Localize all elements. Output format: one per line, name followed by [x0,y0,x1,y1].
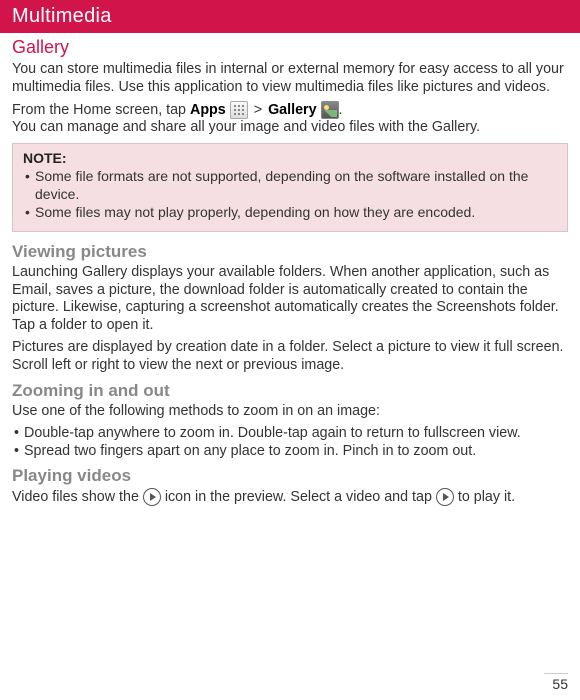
apps-icon [230,101,248,119]
viewing-p2: Pictures are displayed by creation date … [12,339,568,375]
videos-suffix: to play it. [454,489,515,505]
videos-mid: icon in the preview. Select a video and … [161,489,436,505]
page-number: 55 [544,673,568,692]
gallery-label: Gallery [268,102,316,118]
videos-prefix: Video files show the [12,489,143,505]
zoom-item: Spread two fingers apart on any place to… [12,443,568,461]
breadcrumb-separator: > [252,102,264,118]
zoom-section-title: Zooming in and out [12,381,568,401]
viewing-p1: Launching Gallery displays your availabl… [12,264,568,335]
note-title: NOTE: [23,150,557,166]
page-content: Gallery You can store multimedia files i… [0,33,580,507]
gallery-section-title: Gallery [12,37,568,58]
header-title: Multimedia [12,5,112,27]
viewing-section-title: Viewing pictures [12,242,568,262]
note-list: Some file formats are not supported, dep… [23,168,557,222]
play-icon [436,488,454,506]
zoom-list: Double-tap anywhere to zoom in. Double-t… [12,425,568,461]
note-item: Some files may not play properly, depend… [23,204,557,222]
manage-line: You can manage and share all your image … [12,119,480,135]
instruction-prefix: From the Home screen, tap [12,102,190,118]
gallery-intro: You can store multimedia files in intern… [12,61,568,97]
zoom-intro: Use one of the following methods to zoom… [12,403,568,421]
page-header: Multimedia [0,0,580,33]
period: . [339,102,343,118]
play-icon [143,488,161,506]
note-item: Some file formats are not supported, dep… [23,168,557,203]
zoom-item: Double-tap anywhere to zoom in. Double-t… [12,425,568,443]
gallery-icon [321,101,339,119]
videos-text: Video files show the icon in the preview… [12,488,568,507]
note-box: NOTE: Some file formats are not supporte… [12,143,568,232]
videos-section-title: Playing videos [12,466,568,486]
apps-label: Apps [190,102,226,118]
gallery-instruction: From the Home screen, tap Apps > Gallery… [12,101,568,138]
